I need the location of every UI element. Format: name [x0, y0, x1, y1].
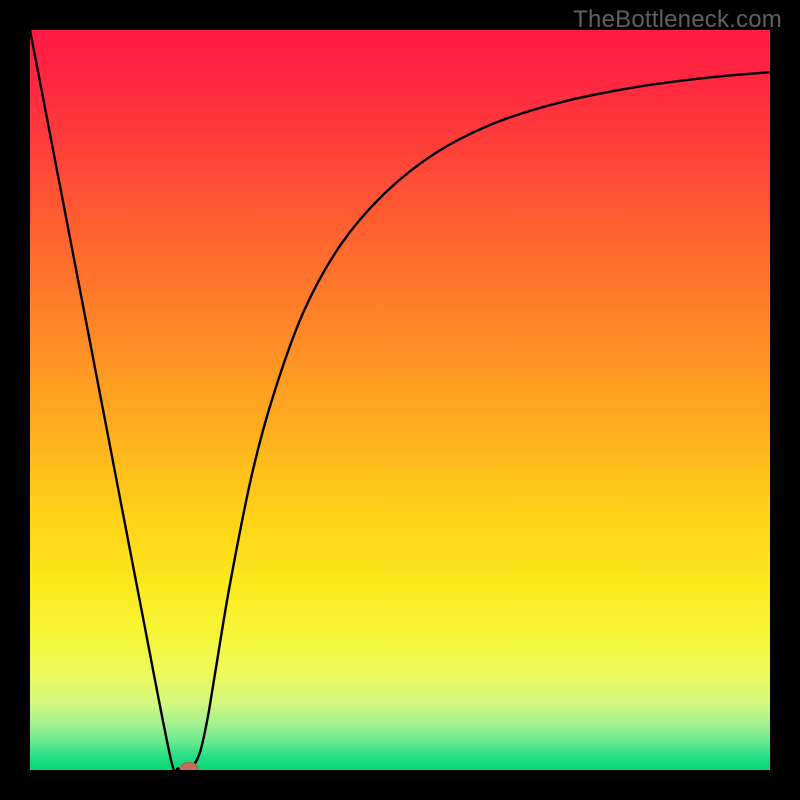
plot-area — [30, 30, 770, 770]
watermark-text: TheBottleneck.com — [573, 6, 782, 34]
chart-frame: TheBottleneck.com — [0, 0, 800, 800]
bottleneck-curve — [30, 30, 770, 770]
chart-svg — [30, 30, 770, 770]
